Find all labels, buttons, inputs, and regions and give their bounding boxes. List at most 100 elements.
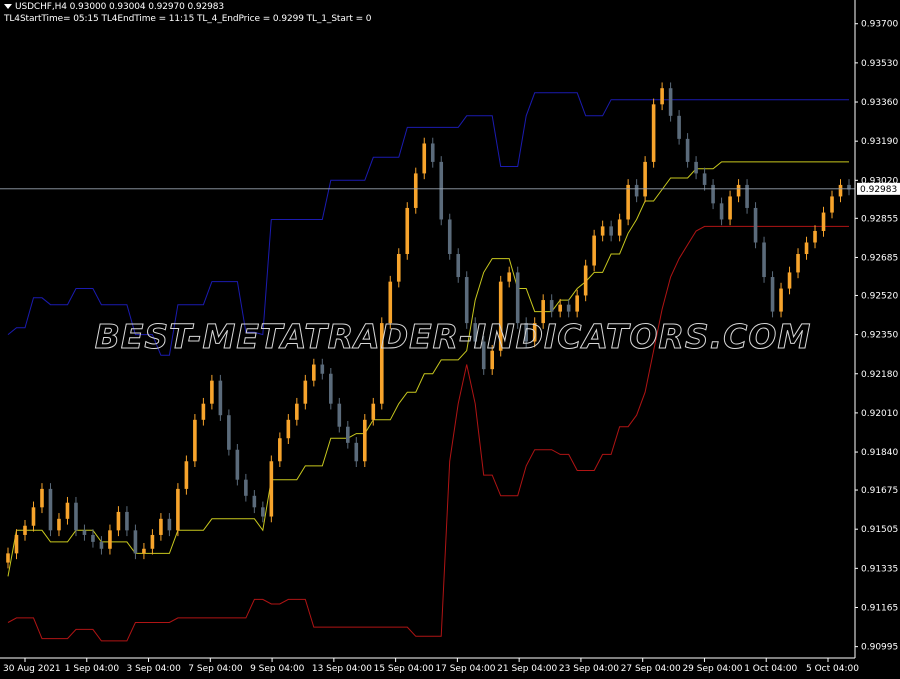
candle-body [210,380,214,404]
candle-body [617,219,622,236]
indicator-info: TL4StartTime= 05:15 TL4EndTime = 11:15 T… [4,14,372,24]
price-tick-label: 0.93700 [861,20,898,30]
price-tick-label: 0.90995 [861,643,898,653]
candle-body [413,173,418,208]
time-tick-label: 5 Oct 04:00 [806,664,859,674]
candle-body [184,461,189,489]
candle-body [736,184,741,197]
candle-body [515,272,520,324]
candle-body [133,530,138,554]
candle-body [57,518,61,531]
candle-body [99,541,104,549]
collapse-triangle-icon[interactable] [4,4,12,9]
price-tick-label: 0.92520 [861,291,898,301]
candle-body [227,415,231,450]
candle-body [430,143,435,162]
candle-body [830,196,834,213]
candle-body [371,403,376,420]
time-tick-label: 3 Sep 04:00 [127,664,182,674]
candle-body [167,518,172,531]
candle-body [694,161,698,174]
candle-body [125,511,129,531]
candle-body [796,254,800,273]
candle-body [269,461,274,517]
candle-body [770,277,775,312]
candle-body [762,242,766,278]
time-tick-label: 13 Sep 04:00 [312,664,372,674]
price-tick-label: 0.91840 [861,448,898,458]
time-tick-label: 7 Sep 04:00 [188,664,243,674]
chart-window[interactable]: BEST-METATRADER-INDICATORS.COM 0.93700 0.… [0,0,900,675]
candle-body [753,207,758,243]
time-tick-label: 9 Sep 04:00 [250,664,305,674]
candle-body [728,196,732,220]
candle-body [320,364,325,374]
candle-body [244,479,248,496]
candle-body [592,235,596,266]
candle-body [422,143,427,174]
candle-body [813,230,817,243]
price-chart[interactable]: BEST-METATRADER-INDICATORS.COM 0.93700 0.… [0,0,900,675]
candle-body [609,226,613,236]
candle-body [31,507,36,526]
candle-body [116,511,121,531]
time-tick-label: 23 Sep 04:00 [559,664,619,674]
candle-body [643,161,647,197]
candle-body [218,380,223,416]
candle-body [660,88,664,105]
candle-body [261,507,265,517]
current-price-label: 0.92983 [860,185,897,195]
candle-body [150,534,155,549]
price-tick-label: 0.91505 [861,525,898,535]
candle-body [252,495,257,508]
candle-body [14,534,19,554]
candle-body [345,426,350,443]
candle-body [711,184,715,204]
candle-body [575,295,579,312]
candle-body [507,272,512,282]
candle-body [159,518,163,535]
candle-body [396,254,401,282]
candle-body [600,226,605,236]
candle-body [558,304,562,312]
price-tick-label: 0.92685 [861,253,898,263]
candle-body [312,364,316,381]
candle-body [193,419,197,462]
candle-body [677,115,681,139]
candle-body [23,525,27,535]
candle-body [286,419,291,439]
price-tick-label: 0.92010 [861,409,898,419]
candle-body [838,184,843,197]
symbol-info[interactable]: USDCHF,H4 0.93000 0.93004 0.92970 0.9298… [4,2,224,12]
candle-body [821,212,826,231]
candle-body [108,530,112,549]
candle-body [362,419,367,462]
price-tick-label: 0.92350 [861,331,898,341]
candle-body [566,304,571,312]
time-tick-label: 29 Sep 04:00 [682,664,742,674]
candle-body [719,203,724,220]
candle-body [405,207,410,255]
candle-body [65,502,70,519]
candle-body [804,242,809,255]
candle-body [48,488,53,531]
price-tick-label: 0.91675 [861,486,898,496]
candle-body [176,488,180,531]
watermark-text: BEST-METATRADER-INDICATORS.COM [95,317,812,356]
candle-body [549,300,554,312]
candle-body [337,403,342,427]
price-tick-label: 0.91335 [861,564,898,574]
time-tick-label: 27 Sep 04:00 [621,664,681,674]
candle-body [142,548,146,554]
candle-body [779,288,783,312]
candle-body [583,265,588,296]
time-tick-label: 15 Sep 04:00 [374,664,434,674]
candle-body [626,184,630,220]
time-tick-label: 21 Sep 04:00 [497,664,557,674]
time-tick-label: 1 Oct 04:00 [744,664,797,674]
candle-body [456,254,461,278]
time-tick-label: 17 Sep 04:00 [435,664,495,674]
price-tick-label: 0.91165 [861,603,898,613]
candle-body [329,373,333,404]
candle-body [6,553,10,563]
